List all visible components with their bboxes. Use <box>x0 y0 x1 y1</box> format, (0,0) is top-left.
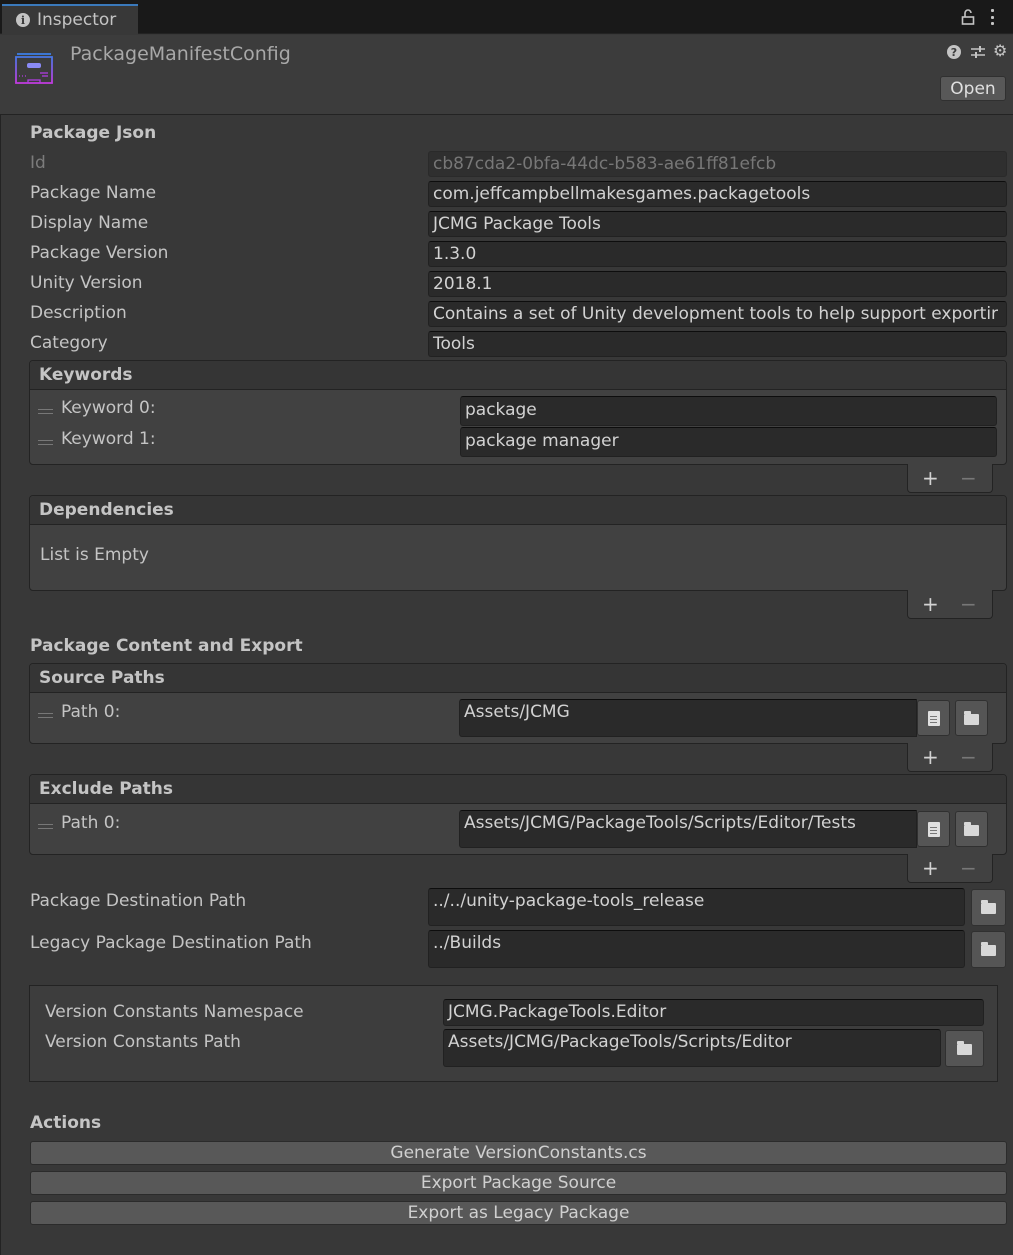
version-constants-namespace-field[interactable]: JCMG.PackageTools.Editor <box>443 999 984 1026</box>
keywords-list: Keywords Keyword 0: package Keyword 1: p… <box>29 360 1007 465</box>
field-label-package-name: Package Name <box>30 183 157 203</box>
list-item: Keyword 0: package <box>30 396 1006 427</box>
remove-source-path-button[interactable]: − <box>960 745 977 769</box>
legacy-destination-path-field[interactable]: ../Builds <box>428 930 965 968</box>
field-label-category: Category <box>30 333 108 353</box>
drag-handle-icon[interactable] <box>38 409 53 414</box>
path-label: Path 0: <box>61 702 121 722</box>
keyword-label: Keyword 1: <box>61 429 156 449</box>
asset-title: PackageManifestConfig <box>70 43 291 65</box>
destination-path-label: Package Destination Path <box>30 891 247 911</box>
folder-icon <box>957 1041 972 1055</box>
section-title-content-export: Package Content and Export <box>30 636 303 656</box>
drag-handle-icon[interactable] <box>38 713 53 718</box>
package-asset-icon <box>15 53 53 84</box>
panel-edge <box>0 115 1 1255</box>
lock-icon[interactable] <box>961 9 975 25</box>
list-item: Keyword 1: package manager <box>30 427 1006 458</box>
dependencies-list: Dependencies List is Empty <box>29 495 1007 591</box>
keywords-footer: + − <box>907 464 993 493</box>
drag-handle-icon[interactable] <box>38 824 53 829</box>
select-folder-button[interactable] <box>955 700 988 736</box>
field-label-display-name: Display Name <box>30 213 149 233</box>
open-button[interactable]: Open <box>940 76 1006 101</box>
export-legacy-package-button[interactable]: Export as Legacy Package <box>30 1201 1007 1225</box>
keyword-label: Keyword 0: <box>61 398 156 418</box>
tab-inspector[interactable]: i Inspector <box>2 4 138 34</box>
description-field[interactable]: Contains a set of Unity development tool… <box>428 301 1007 327</box>
source-paths-footer: + − <box>907 743 993 772</box>
presets-icon[interactable] <box>970 44 986 60</box>
select-destination-folder-button[interactable] <box>971 889 1006 926</box>
select-file-button[interactable] <box>917 811 950 847</box>
package-name-field[interactable]: com.jeffcampbellmakesgames.packagetools <box>428 181 1007 207</box>
exclude-paths-list-header[interactable]: Exclude Paths <box>30 775 1006 804</box>
keywords-list-header[interactable]: Keywords <box>30 361 1006 390</box>
remove-exclude-path-button[interactable]: − <box>960 856 977 880</box>
version-constants-path-field[interactable]: Assets/JCMG/PackageTools/Scripts/Editor <box>443 1029 941 1067</box>
exclude-path-field[interactable]: Assets/JCMG/PackageTools/Scripts/Editor/… <box>459 810 917 848</box>
file-icon <box>927 710 940 726</box>
generate-version-constants-button[interactable]: Generate VersionConstants.cs <box>30 1141 1007 1165</box>
keyword-field[interactable]: package <box>460 396 997 426</box>
select-version-constants-folder-button[interactable] <box>945 1030 984 1067</box>
keyword-field[interactable]: package manager <box>460 427 997 457</box>
field-label-description: Description <box>30 303 127 323</box>
folder-icon <box>964 710 979 725</box>
info-icon: i <box>16 13 30 27</box>
legacy-destination-path-label: Legacy Package Destination Path <box>30 933 312 953</box>
folder-icon <box>981 900 996 914</box>
window-tab-bar: i Inspector <box>0 0 1013 34</box>
dependencies-list-header[interactable]: Dependencies <box>30 496 1006 525</box>
section-title-package-json: Package Json <box>30 123 157 143</box>
unity-version-field[interactable]: 2018.1 <box>428 271 1007 297</box>
package-version-field[interactable]: 1.3.0 <box>428 241 1007 267</box>
path-label: Path 0: <box>61 813 121 833</box>
field-label-unity-version: Unity Version <box>30 273 143 293</box>
add-exclude-path-button[interactable]: + <box>922 856 939 880</box>
version-constants-namespace-label: Version Constants Namespace <box>45 1002 304 1022</box>
remove-keyword-button[interactable]: − <box>960 466 977 490</box>
source-path-field[interactable]: Assets/JCMG <box>459 699 917 737</box>
add-dependency-button[interactable]: + <box>922 592 939 616</box>
category-field[interactable]: Tools <box>428 331 1007 357</box>
folder-icon <box>964 821 979 836</box>
empty-list-text: List is Empty <box>40 545 149 565</box>
folder-icon <box>981 942 996 956</box>
dependencies-footer: + − <box>907 590 993 619</box>
inspector-header: PackageManifestConfig ? ⚙ Open <box>0 35 1013 115</box>
version-constants-path-label: Version Constants Path <box>45 1032 241 1052</box>
remove-dependency-button[interactable]: − <box>960 592 977 616</box>
help-icon[interactable]: ? <box>947 45 961 59</box>
file-icon <box>927 821 940 837</box>
add-keyword-button[interactable]: + <box>922 466 939 490</box>
kebab-menu-icon[interactable] <box>989 9 995 25</box>
field-label-package-version: Package Version <box>30 243 169 263</box>
select-folder-button[interactable] <box>955 811 988 847</box>
add-source-path-button[interactable]: + <box>922 745 939 769</box>
gear-icon[interactable]: ⚙ <box>993 43 1007 59</box>
export-package-source-button[interactable]: Export Package Source <box>30 1171 1007 1195</box>
field-label-id: Id <box>30 153 46 173</box>
section-title-actions: Actions <box>30 1113 102 1133</box>
destination-path-field[interactable]: ../../unity-package-tools_release <box>428 888 965 926</box>
select-legacy-destination-folder-button[interactable] <box>971 931 1006 968</box>
drag-handle-icon[interactable] <box>38 440 53 445</box>
source-paths-list-header[interactable]: Source Paths <box>30 664 1006 693</box>
id-field: cb87cda2-0bfa-44dc-b583-ae61ff81efcb <box>428 151 1007 177</box>
display-name-field[interactable]: JCMG Package Tools <box>428 211 1007 237</box>
tab-label: Inspector <box>37 10 117 30</box>
select-file-button[interactable] <box>917 700 950 736</box>
exclude-paths-footer: + − <box>907 854 993 883</box>
